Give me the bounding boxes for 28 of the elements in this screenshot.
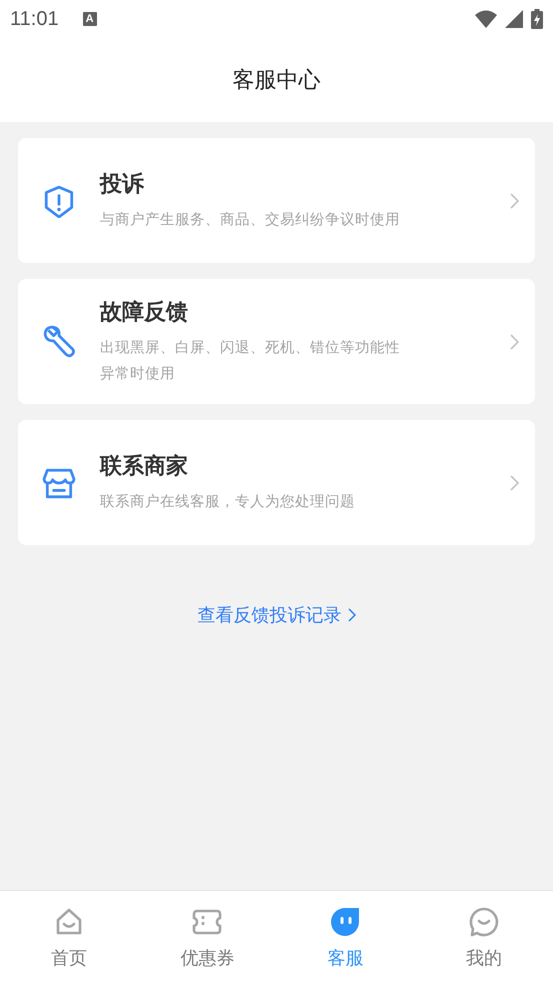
card-title: 投诉 xyxy=(100,170,145,198)
chat-icon xyxy=(468,906,500,938)
chat-bubble-icon xyxy=(330,906,362,938)
card-description: 联系商户在线客服，专人为您处理问题 xyxy=(100,492,356,512)
records-link[interactable]: 查看反馈投诉记录 xyxy=(198,603,356,627)
chevron-right-icon xyxy=(510,192,519,208)
card-description: 与商户产生服务、商品、交易纠纷争议时使用 xyxy=(100,210,400,230)
tab-item[interactable]: 客服 xyxy=(276,891,415,984)
chevron-right-icon xyxy=(348,608,356,622)
tab-item[interactable]: 我的 xyxy=(414,891,553,984)
battery-icon xyxy=(531,9,543,29)
wifi-icon xyxy=(475,10,497,28)
tab-item[interactable]: 优惠券 xyxy=(138,891,276,984)
chevron-right-icon xyxy=(510,334,519,350)
signal-icon xyxy=(505,10,523,28)
tab-item[interactable]: 首页 xyxy=(0,891,138,984)
page-title: 客服中心 xyxy=(232,67,320,95)
card-title: 故障反馈 xyxy=(100,298,189,326)
card-title: 联系商家 xyxy=(100,452,189,480)
service-card[interactable]: 投诉 与商户产生服务、商品、交易纠纷争议时使用 xyxy=(18,138,535,263)
service-card[interactable]: 故障反馈 出现黑屏、白屏、闪退、死机、错位等功能性异常时使用 xyxy=(18,279,535,404)
notification-icon: A xyxy=(82,12,97,26)
chevron-right-icon xyxy=(510,474,519,490)
status-time: 11:01 xyxy=(10,8,59,30)
shield-icon xyxy=(42,184,76,218)
card-description: 出现黑屏、白屏、闪退、死机、错位等功能性异常时使用 xyxy=(100,338,400,384)
wrench-icon xyxy=(42,324,76,358)
service-card[interactable]: 联系商家 联系商户在线客服，专人为您处理问题 xyxy=(18,420,535,545)
